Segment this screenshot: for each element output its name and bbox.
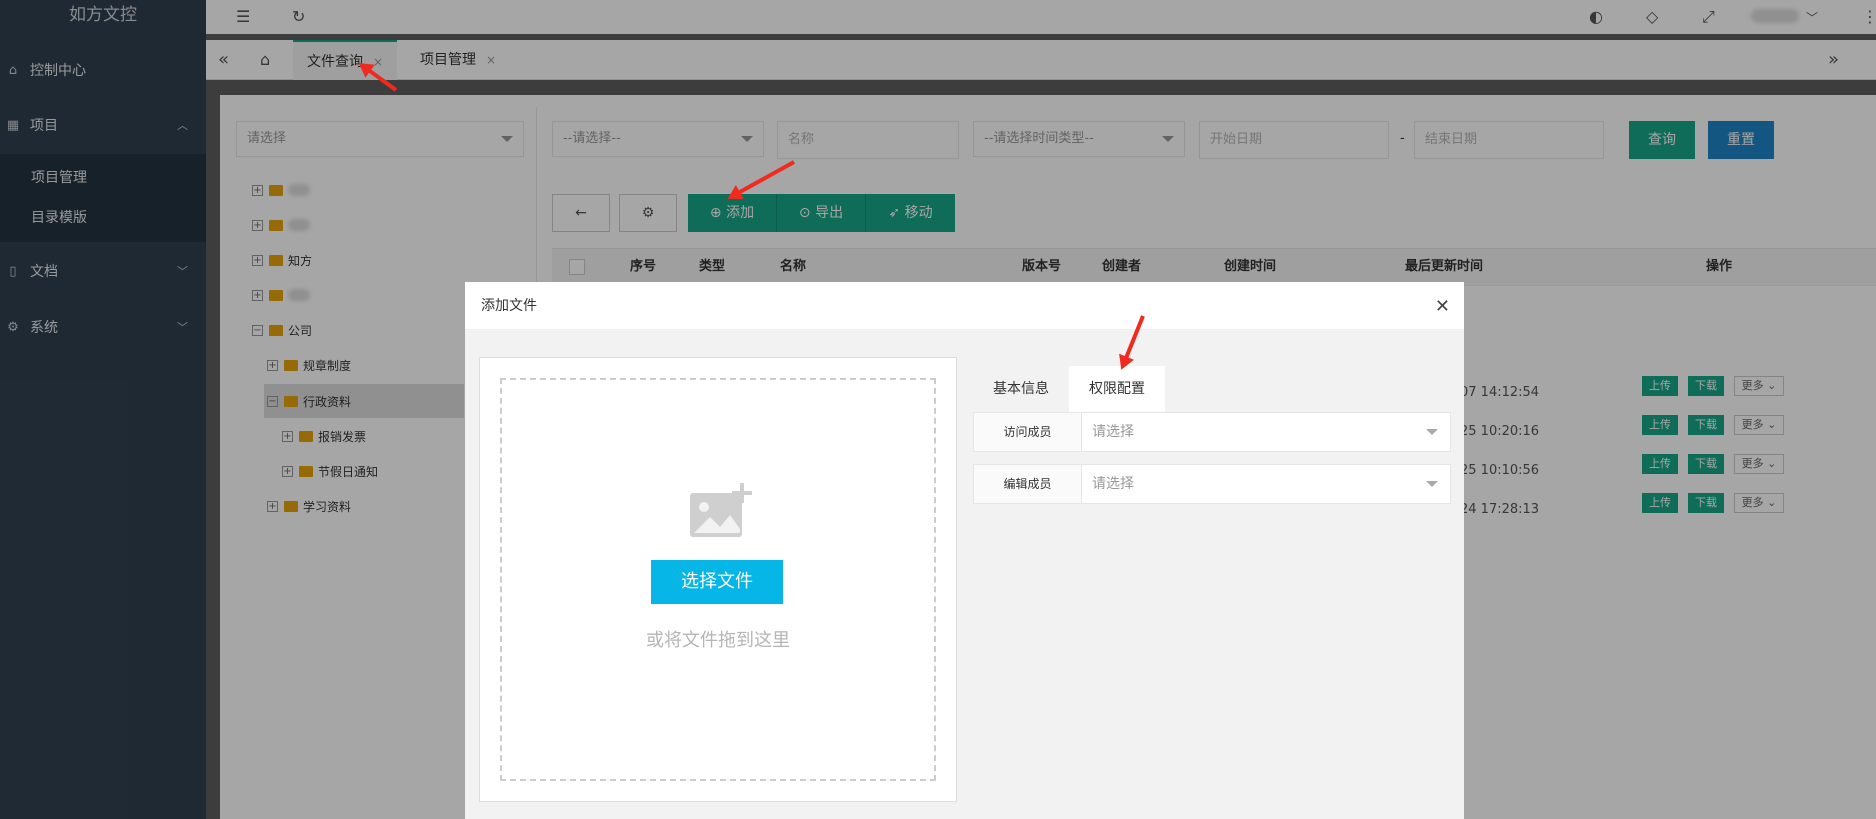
add-file-dialog: 添加文件 ✕ 选择文件 或将文件拖到这里 基本信息 权限配置 访问成员 请选择 … [465,282,1464,819]
field-label: 编辑成员 [974,465,1082,503]
file-drop-zone[interactable]: 选择文件 或将文件拖到这里 [500,378,936,781]
field-placeholder: 请选择 [1092,476,1134,492]
close-icon[interactable]: ✕ [1435,296,1450,317]
upload-panel: 选择文件 或将文件拖到这里 [479,357,957,802]
choose-file-button[interactable]: 选择文件 [651,560,783,604]
dialog-title: 添加文件 [465,282,1464,330]
image-add-icon [690,483,752,537]
field-placeholder: 请选择 [1092,424,1134,440]
drop-hint: 或将文件拖到这里 [646,630,790,651]
tab-basic-info[interactable]: 基本信息 [973,366,1069,412]
caret-down-icon [1426,429,1438,435]
tab-permission-config[interactable]: 权限配置 [1069,366,1165,412]
field-label: 访问成员 [974,413,1082,451]
caret-down-icon [1426,481,1438,487]
edit-members-field[interactable]: 编辑成员 请选择 [973,464,1451,504]
access-members-field[interactable]: 访问成员 请选择 [973,412,1451,452]
